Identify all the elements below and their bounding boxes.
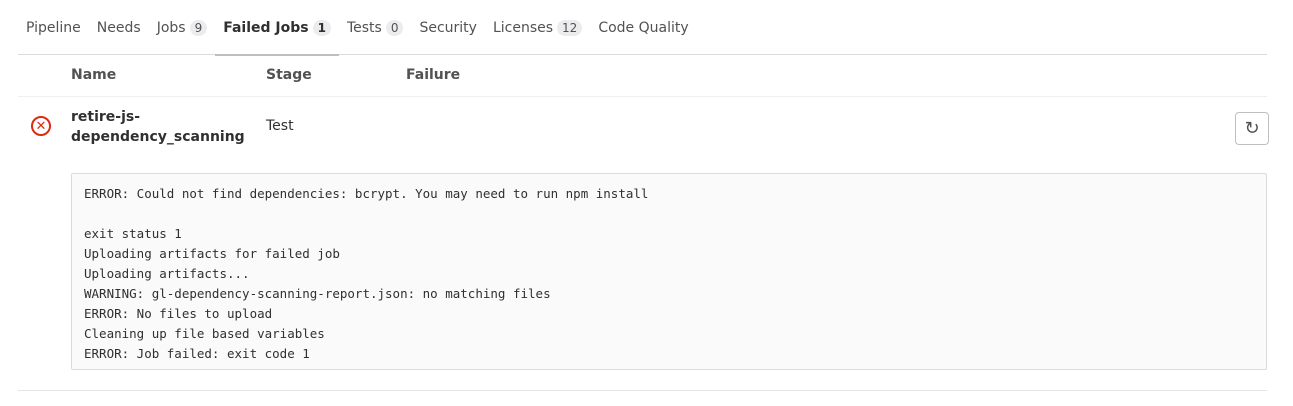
tab-label: Needs xyxy=(96,19,141,36)
tab-label: Failed Jobs xyxy=(223,19,309,36)
column-header-name: Name xyxy=(71,67,117,83)
table-row: ✕ retire-js-dependency_scanning Test ↻ E… xyxy=(18,97,1269,391)
log-line: WARNING: gl-dependency-scanning-report.j… xyxy=(84,286,551,301)
tab-label: Security xyxy=(419,19,477,36)
tab-pipeline[interactable]: Pipeline xyxy=(26,0,89,55)
log-line: ERROR: Job failed: exit code 1 xyxy=(84,346,310,361)
tab-jobs[interactable]: Jobs 9 xyxy=(149,0,216,55)
tab-label: Jobs xyxy=(156,19,186,36)
log-line: exit status 1 xyxy=(84,226,182,241)
tab-failed-jobs[interactable]: Failed Jobs 1 xyxy=(215,0,339,56)
job-name-link[interactable]: retire-js-dependency_scanning xyxy=(71,107,245,147)
retry-button[interactable]: ↻ xyxy=(1235,112,1269,145)
tab-label: Licenses xyxy=(492,19,554,36)
table-header: Name Stage Failure xyxy=(18,56,1267,97)
job-log: ERROR: Could not find dependencies: bcry… xyxy=(71,173,1267,370)
retry-icon: ↻ xyxy=(1244,118,1260,139)
tab-needs[interactable]: Needs xyxy=(89,0,149,55)
tab-licenses[interactable]: Licenses 12 xyxy=(485,0,590,55)
column-header-failure: Failure xyxy=(406,67,461,83)
log-line: ERROR: No files to upload xyxy=(84,306,273,321)
column-header-stage: Stage xyxy=(266,67,312,83)
count-badge: 1 xyxy=(312,19,331,36)
log-line: ERROR: Could not find dependencies: bcry… xyxy=(84,186,649,201)
tab-tests[interactable]: Tests 0 xyxy=(339,0,412,55)
status-failed-icon: ✕ xyxy=(31,116,51,136)
count-badge: 12 xyxy=(557,19,583,36)
count-badge: 9 xyxy=(189,19,208,36)
tab-code-quality[interactable]: Code Quality xyxy=(590,0,696,55)
pipeline-tabs: Pipeline Needs Jobs 9 Failed Jobs 1 Tests 0… xyxy=(18,0,1267,56)
job-stage: Test xyxy=(266,118,294,134)
tab-security[interactable]: Security xyxy=(411,0,485,55)
tab-label: Pipeline xyxy=(26,19,81,36)
tab-label: Tests xyxy=(346,19,382,36)
log-line: Uploading artifacts for failed job xyxy=(84,246,340,261)
tab-label: Code Quality xyxy=(598,19,689,36)
count-badge: 0 xyxy=(385,19,404,36)
log-line: Cleaning up file based variables xyxy=(84,326,325,341)
log-line: Uploading artifacts... xyxy=(84,266,250,281)
